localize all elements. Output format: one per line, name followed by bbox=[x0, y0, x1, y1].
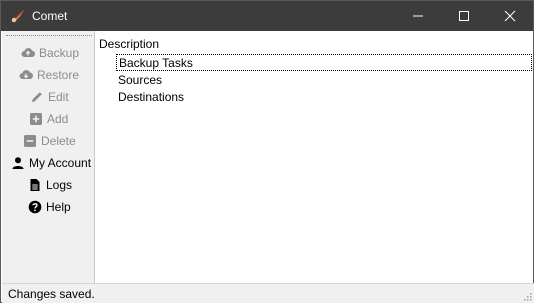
tree-item-sources[interactable]: Sources bbox=[116, 72, 532, 89]
sidebar-item-add[interactable]: Add bbox=[2, 109, 95, 129]
maximize-icon bbox=[459, 11, 469, 21]
pencil-icon bbox=[32, 92, 42, 102]
app-window: Comet Backup Restore Edit Add Delete My … bbox=[0, 0, 534, 303]
resize-grip-icon[interactable] bbox=[522, 291, 532, 301]
tree-view[interactable]: Description Backup Tasks Sources Destina… bbox=[96, 31, 533, 283]
sidebar-item-logs[interactable]: Logs bbox=[2, 175, 95, 195]
status-text: Changes saved. bbox=[8, 287, 95, 301]
question-circle-icon bbox=[28, 200, 42, 214]
window-title: Comet bbox=[32, 9, 68, 23]
cloud-download-icon bbox=[19, 70, 33, 80]
tree-item-backup-tasks[interactable]: Backup Tasks bbox=[116, 54, 532, 71]
sidebar: Backup Restore Edit Add Delete My Accoun… bbox=[2, 31, 95, 283]
cloud-upload-icon bbox=[21, 48, 35, 58]
sidebar-item-help[interactable]: Help bbox=[2, 197, 95, 217]
user-icon bbox=[12, 157, 24, 169]
comet-logo-icon bbox=[11, 10, 24, 23]
sidebar-item-my-account[interactable]: My Account bbox=[2, 153, 95, 173]
sidebar-item-restore[interactable]: Restore bbox=[2, 65, 95, 85]
sidebar-item-delete[interactable]: Delete bbox=[2, 131, 95, 151]
sidebar-item-backup[interactable]: Backup bbox=[2, 43, 95, 63]
sidebar-item-label: Backup bbox=[39, 46, 80, 60]
document-icon bbox=[30, 179, 40, 191]
maximize-button[interactable] bbox=[441, 1, 487, 31]
sidebar-item-label: Delete bbox=[41, 134, 76, 148]
sidebar-item-label: Logs bbox=[46, 178, 73, 192]
close-button[interactable] bbox=[487, 1, 533, 31]
title-bar[interactable]: Comet bbox=[1, 1, 533, 31]
plus-square-icon bbox=[30, 113, 42, 125]
sidebar-item-label: Add bbox=[47, 112, 69, 126]
status-bar: Changes saved. bbox=[2, 283, 534, 303]
tree-item-destinations[interactable]: Destinations bbox=[116, 89, 532, 106]
sidebar-item-label: Restore bbox=[37, 68, 80, 82]
sidebar-item-label: Help bbox=[46, 200, 71, 214]
sidebar-item-label: Edit bbox=[48, 90, 69, 104]
sidebar-item-label: My Account bbox=[29, 156, 92, 170]
sidebar-separator bbox=[6, 35, 92, 36]
column-header-description[interactable]: Description bbox=[99, 37, 159, 51]
minus-square-icon bbox=[24, 135, 36, 147]
sidebar-item-edit[interactable]: Edit bbox=[2, 87, 95, 107]
minimize-icon bbox=[413, 15, 423, 17]
minimize-button[interactable] bbox=[395, 1, 441, 31]
close-icon bbox=[504, 10, 516, 22]
